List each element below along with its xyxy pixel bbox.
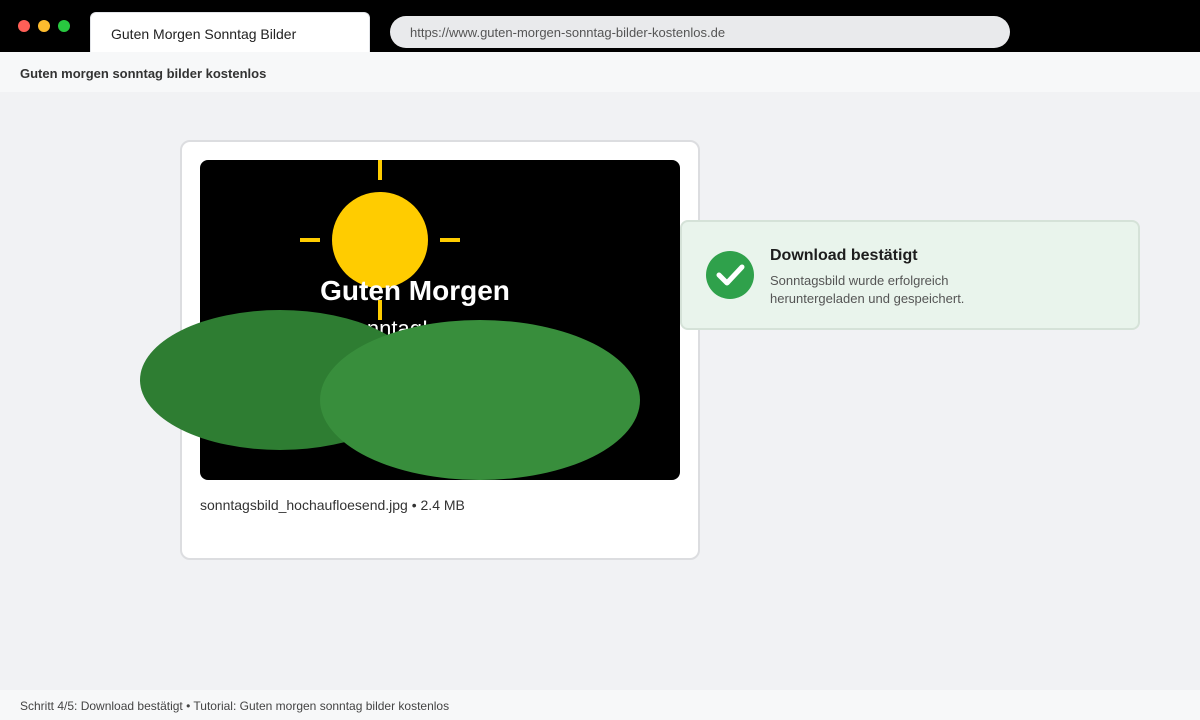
browser-tab[interactable]: Guten Morgen Sonntag Bilder	[90, 12, 370, 52]
page-title: Guten morgen sonntag bilder kostenlos	[20, 66, 267, 81]
hill-right	[320, 320, 640, 480]
toast-message: Sonntagsbild wurde erfolgreich herunterg…	[770, 273, 965, 306]
status-bar: Schritt 4/5: Download bestätigt • Tutori…	[0, 690, 1200, 720]
address-bar[interactable]: https://www.guten-morgen-sonntag-bilder-…	[390, 16, 1010, 48]
minimize-window-button[interactable]	[38, 20, 50, 32]
sunday-image: Guten Morgen Sonntag!	[140, 160, 680, 480]
address-bar-url: https://www.guten-morgen-sonntag-bilder-…	[410, 25, 726, 40]
toast-title: Download bestätigt	[770, 247, 918, 264]
image-heading: Guten Morgen	[320, 275, 510, 306]
file-info: sonntagsbild_hochaufloesend.jpg • 2.4 MB	[200, 497, 465, 513]
status-text: Schritt 4/5: Download bestätigt • Tutori…	[20, 699, 450, 713]
page-header: Guten morgen sonntag bilder kostenlos	[0, 52, 1200, 92]
maximize-window-button[interactable]	[58, 20, 70, 32]
browser-chrome: Guten Morgen Sonntag Bilder https://www.…	[0, 0, 1200, 52]
check-icon	[706, 251, 754, 299]
browser-tab-title: Guten Morgen Sonntag Bilder	[111, 26, 297, 42]
download-toast: Download bestätigt Sonntagsbild wurde er…	[680, 220, 1140, 330]
close-window-button[interactable]	[18, 20, 30, 32]
sun	[332, 192, 428, 288]
